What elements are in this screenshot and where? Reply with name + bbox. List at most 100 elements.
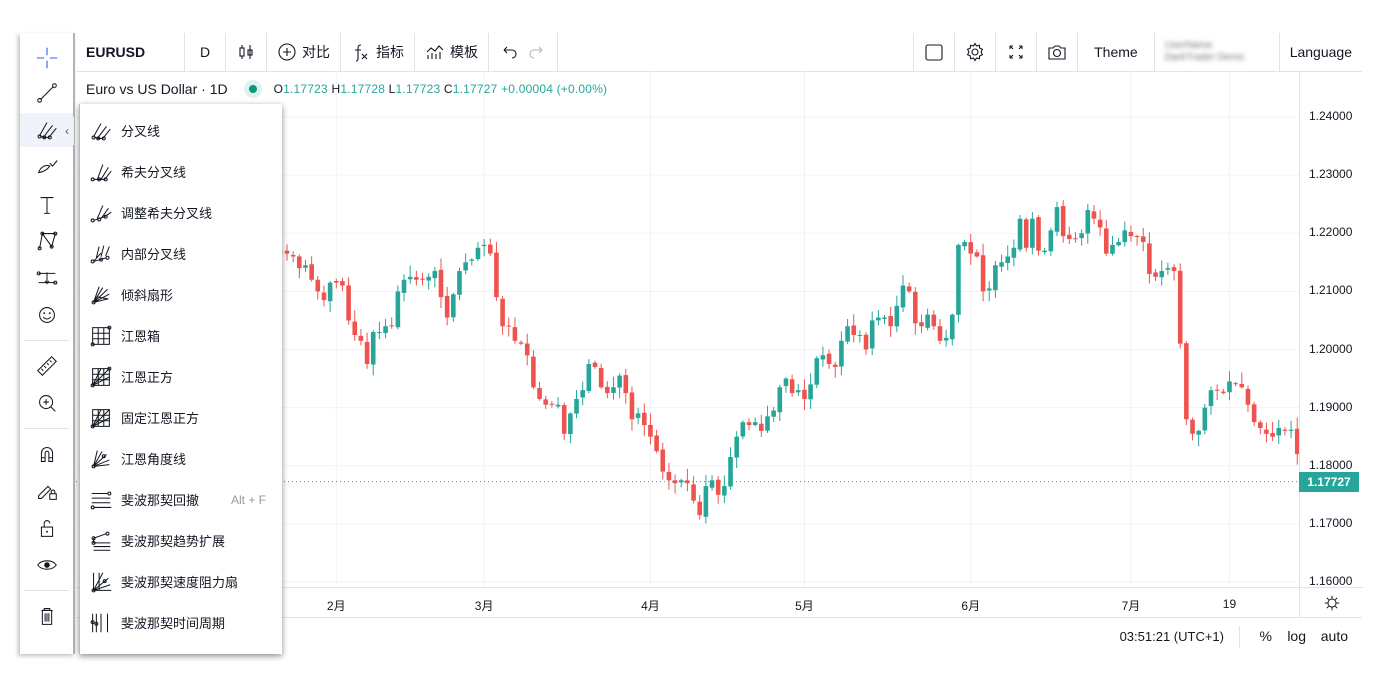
account-menu[interactable]: UserName DarkTrader Demo [1155,33,1280,71]
prediction-tool[interactable] [20,261,73,295]
candle-body [327,282,333,302]
menu-item-gann-square-fixed[interactable]: 固定江恩正方 [80,397,282,438]
menu-item-label: 斐波那契趋势扩展 [121,534,226,549]
candle-body [623,375,629,394]
price-tick-label: 1.22000 [1309,225,1353,240]
menu-item-pitchfan[interactable]: 倾斜扇形 [80,274,282,315]
pitchfork-icon [37,122,57,140]
menu-item-gann-box[interactable]: 江恩箱 [80,315,282,356]
price-tick-label: 1.20000 [1309,341,1353,356]
candle-body [925,314,930,328]
candle-body [882,317,887,319]
interval-button[interactable]: D [185,33,226,71]
candle-body [518,342,524,344]
time-tick-label: 19 [1222,597,1237,611]
menu-item-label: 斐波那契回撤 [121,493,200,508]
candle-body [1005,256,1011,264]
candle-body [1165,268,1171,270]
menu-item-label: 倾斜扇形 [121,288,174,303]
candle-body [1122,230,1128,243]
emoji-icon [38,307,55,323]
zoom-in-tool[interactable] [20,386,73,420]
chart-type-button[interactable] [226,33,267,71]
crosshair-tool[interactable] [20,41,73,75]
indicators-button[interactable]: 指标 [341,33,415,71]
candle-body [574,398,579,414]
clock[interactable]: 03:51:21 (UTC+1) [1120,629,1224,644]
menu-item-schiff-pitchfork[interactable]: 希夫分叉线 [80,151,282,192]
log-scale-button[interactable]: log [1287,628,1306,644]
screenshot-button[interactable] [1037,33,1079,71]
candle-body [1134,235,1140,237]
candle-body [722,486,727,496]
candle-body [789,379,795,394]
remove-drawings-button[interactable] [20,599,73,633]
candle-body [777,387,783,413]
expand-toolbar-arrow[interactable]: ‹ [60,117,74,145]
brush-tool[interactable] [20,150,73,184]
emoji-tool[interactable] [20,298,73,332]
measure-tool[interactable] [20,349,73,383]
candle-body [876,317,881,321]
fullscreen-button[interactable] [996,33,1038,71]
candle-body [475,247,481,260]
menu-item-fib-time-zone[interactable]: 斐波那契时间周期 [80,602,282,643]
trend-line-tool[interactable] [20,76,73,110]
undo-button[interactable] [489,33,523,71]
price-tick-label: 1.21000 [1309,283,1353,298]
menu-item-gann-fan[interactable]: 江恩角度线 [80,438,282,479]
language-button[interactable]: Language [1280,33,1362,71]
fib-retracement-icon [90,491,112,509]
menu-item-fib-extension[interactable]: 斐波那契趋势扩展 [80,520,282,561]
compare-button[interactable]: 对比 [267,33,341,71]
candle-body [512,327,518,341]
candle-body [531,356,536,388]
candle-body [765,416,770,431]
lock-all-button[interactable] [20,511,73,545]
lock-drawing-button[interactable] [20,474,73,508]
candle-body [697,501,703,516]
redo-button[interactable] [523,33,558,71]
time-tick-label: 7月 [1121,599,1141,613]
symbol-search-button[interactable]: EURUSD [76,33,185,71]
candle-body [1245,388,1251,405]
layout-button[interactable] [914,33,956,71]
percent-scale-button[interactable]: % [1260,628,1272,644]
magnet-mode-button[interactable] [20,437,73,471]
candle-body [808,384,813,400]
symbol-title[interactable]: Euro vs US Dollar · 1D [86,81,228,97]
menu-item-fib-retracement[interactable]: 斐波那契回撤 Alt + F [80,479,282,520]
candle-body [1060,205,1066,237]
candle-body [1190,419,1195,434]
pattern-tool[interactable] [20,224,73,258]
hide-drawings-button[interactable] [20,548,73,582]
candle-body [906,286,912,292]
candle-body [783,378,789,387]
menu-item-fib-speed-fan[interactable]: 斐波那契速度阻力扇 [80,561,282,602]
market-status-badge[interactable] [243,80,262,98]
ohlc-values: O1.17723 H1.17728 L1.17723 C1.17727 +0.0… [274,82,608,96]
price-axis[interactable]: 1.24000 1.23000 1.22000 1.21000 1.20000 1.190… [1299,71,1363,588]
candle-body [1073,238,1078,240]
candle-body [913,291,918,324]
pattern-icon [37,231,57,251]
text-tool[interactable] [20,188,73,222]
prediction-icon [36,271,57,285]
menu-item-label: 调整希夫分叉线 [121,206,213,221]
theme-button[interactable]: Theme [1078,33,1155,71]
open-label: O [273,82,284,96]
undo-icon [503,46,517,59]
menu-item-inside-pitchfork[interactable]: 内部分叉线 [80,233,282,274]
auto-scale-button[interactable]: auto [1321,628,1348,644]
templates-button[interactable]: 模板 [415,33,489,71]
candle-body [839,340,844,367]
settings-button[interactable] [955,33,997,71]
candle-body [931,314,937,327]
menu-item-pitchfork[interactable]: 分叉线 [80,110,282,151]
menu-item-modified-schiff[interactable]: 调整希夫分叉线 [80,192,282,233]
menu-item-gann-square[interactable]: 江恩正方 [80,356,282,397]
time-tick-label: 4月 [641,599,660,613]
top-toolbar: EURUSD D 对比 指标 模板 Theme UserName DarkTra… [76,33,1362,72]
axis-settings-button[interactable] [1299,587,1363,618]
candle-body [703,486,709,517]
